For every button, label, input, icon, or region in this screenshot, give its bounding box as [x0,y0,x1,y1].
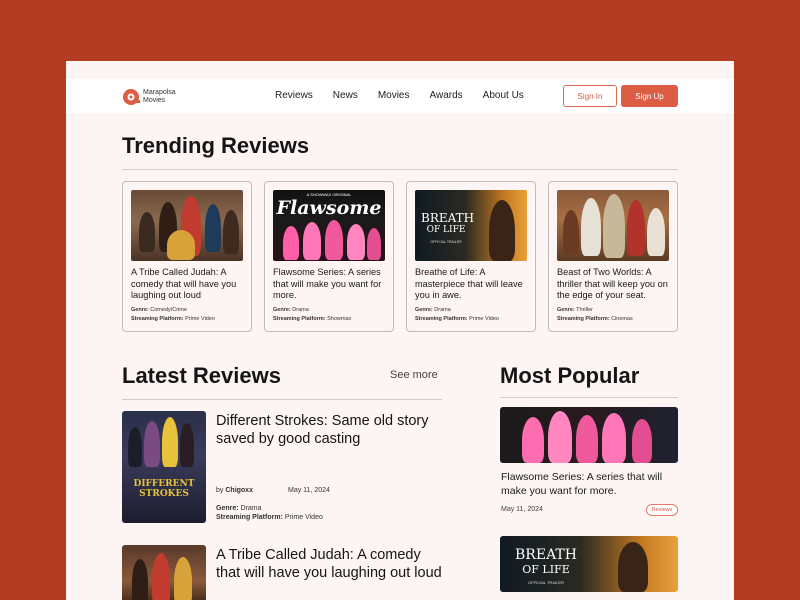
author-name[interactable]: Chigoxx [225,487,253,494]
trending-card[interactable]: A Tribe Called Judah: A comedy that will… [122,181,252,332]
latest-divider [122,399,442,400]
thumbnail-subtitle: OF LIFE [426,225,466,235]
latest-review-title[interactable]: A Tribe Called Judah: A comedy that will… [216,546,446,582]
genre-value: Drama [240,505,262,512]
review-author: by Chigoxx [216,487,253,494]
thumbnail-caption: OFFICIAL TRAILER [430,240,462,244]
nav-awards[interactable]: Awards [430,90,463,101]
latest-review-poster[interactable] [122,545,206,600]
nav-links: Reviews News Movies Awards About Us [275,90,544,101]
trending-title: Trending Reviews [122,133,310,158]
by-label: by [216,487,224,494]
genre-label: Genre: [273,307,291,313]
review-genre: Genre: Drama [216,505,262,512]
genre-value: Thriller [576,307,593,313]
popular-item-title[interactable]: Flawsome Series: A series that will make… [501,470,679,498]
trending-card[interactable]: Beast of Two Worlds: A thriller that wil… [548,181,678,332]
genre-label: Genre: [216,505,239,512]
trending-card-platform: Streaming Platform: Showmax [273,316,351,322]
nav-reviews[interactable]: Reviews [275,90,313,101]
navbar: Marapolsa Movies Reviews News Movies Awa… [66,79,734,113]
review-platform: Streaming Platform: Prime Video [216,514,323,521]
brand-name-line2: Movies [143,97,166,104]
poster-title: DIFFERENT STROKES [133,479,195,499]
review-date: May 11, 2024 [288,487,330,494]
reviews-badge[interactable]: Reviews [646,504,678,516]
genre-label: Genre: [415,307,433,313]
platform-label: Streaming Platform: [216,514,283,521]
trending-card-genre: Genre: Drama [415,307,451,313]
trending-card-title[interactable]: Beast of Two Worlds: A thriller that wil… [557,267,675,302]
brand-name: Marapolsa Movies [143,89,176,105]
see-more-link[interactable]: See more [390,369,438,381]
thumbnail-title: BREATH [421,211,475,225]
popular-divider [500,397,678,398]
trending-card-genre: Genre: Drama [273,307,309,313]
latest-reviews-title: Latest Reviews [122,363,281,388]
latest-review-poster[interactable]: DIFFERENT STROKES [122,411,206,523]
nav-news[interactable]: News [333,90,358,101]
popular-thumbnail[interactable] [500,407,678,463]
popular-thumbnail[interactable]: BREATH OF LIFE OFFICIAL TRAILER [500,536,678,592]
genre-label: Genre: [557,307,575,313]
platform-value: Prime Video [284,514,323,521]
trending-card[interactable]: BREATH OF LIFE OFFICIAL TRAILER Breathe … [406,181,536,332]
platform-value: Prime Video [185,316,215,322]
trending-thumbnail[interactable]: BREATH OF LIFE OFFICIAL TRAILER [415,190,527,261]
genre-value: Comedy/Crime [150,307,187,313]
trending-card[interactable]: A SHOWMAX ORIGINAL Flawsome Flawsome Ser… [264,181,394,332]
platform-value: Cinemas [611,316,633,322]
thumbnail-title: Flawsome [276,197,382,219]
thumbnail-subtitle: OF LIFE [522,563,570,576]
thumbnail-caption: OFFICIAL TRAILER [528,580,564,585]
trending-divider [122,169,678,170]
sign-in-button[interactable]: Sign In [563,85,617,107]
trending-card-title[interactable]: Flawsome Series: A series that will make… [273,267,391,302]
trending-thumbnail[interactable] [557,190,669,261]
trending-card-genre: Genre: Comedy/Crime [131,307,187,313]
platform-value: Prime Video [469,316,499,322]
brand-name-line1: Marapolsa [143,89,176,96]
genre-value: Drama [292,307,309,313]
trending-card-title[interactable]: Breathe of Life: A masterpiece that will… [415,267,533,302]
popular-item-date: May 11, 2024 [501,506,543,513]
trending-card-platform: Streaming Platform: Cinemas [557,316,633,322]
trending-card-platform: Streaming Platform: Prime Video [131,316,215,322]
trending-thumbnail[interactable]: A SHOWMAX ORIGINAL Flawsome [273,190,385,261]
platform-label: Streaming Platform: [273,316,326,322]
platform-value: Showmax [327,316,352,322]
latest-review-title[interactable]: Different Strokes: Same old story saved … [216,412,446,448]
trending-card-genre: Genre: Thriller [557,307,593,313]
nav-about-us[interactable]: About Us [483,90,524,101]
most-popular-title: Most Popular [500,363,640,388]
trending-thumbnail[interactable] [131,190,243,261]
genre-label: Genre: [131,307,149,313]
film-reel-icon [122,88,140,106]
brand-logo[interactable]: Marapolsa Movies [122,88,176,106]
genre-value: Drama [434,307,451,313]
trending-card-platform: Streaming Platform: Prime Video [415,316,499,322]
platform-label: Streaming Platform: [557,316,610,322]
page-frame: Marapolsa Movies Reviews News Movies Awa… [66,61,734,600]
nav-movies[interactable]: Movies [378,90,410,101]
sign-up-button[interactable]: Sign Up [621,85,678,107]
trending-card-title[interactable]: A Tribe Called Judah: A comedy that will… [131,267,249,302]
thumbnail-title: BREATH [515,547,577,563]
platform-label: Streaming Platform: [415,316,468,322]
platform-label: Streaming Platform: [131,316,184,322]
